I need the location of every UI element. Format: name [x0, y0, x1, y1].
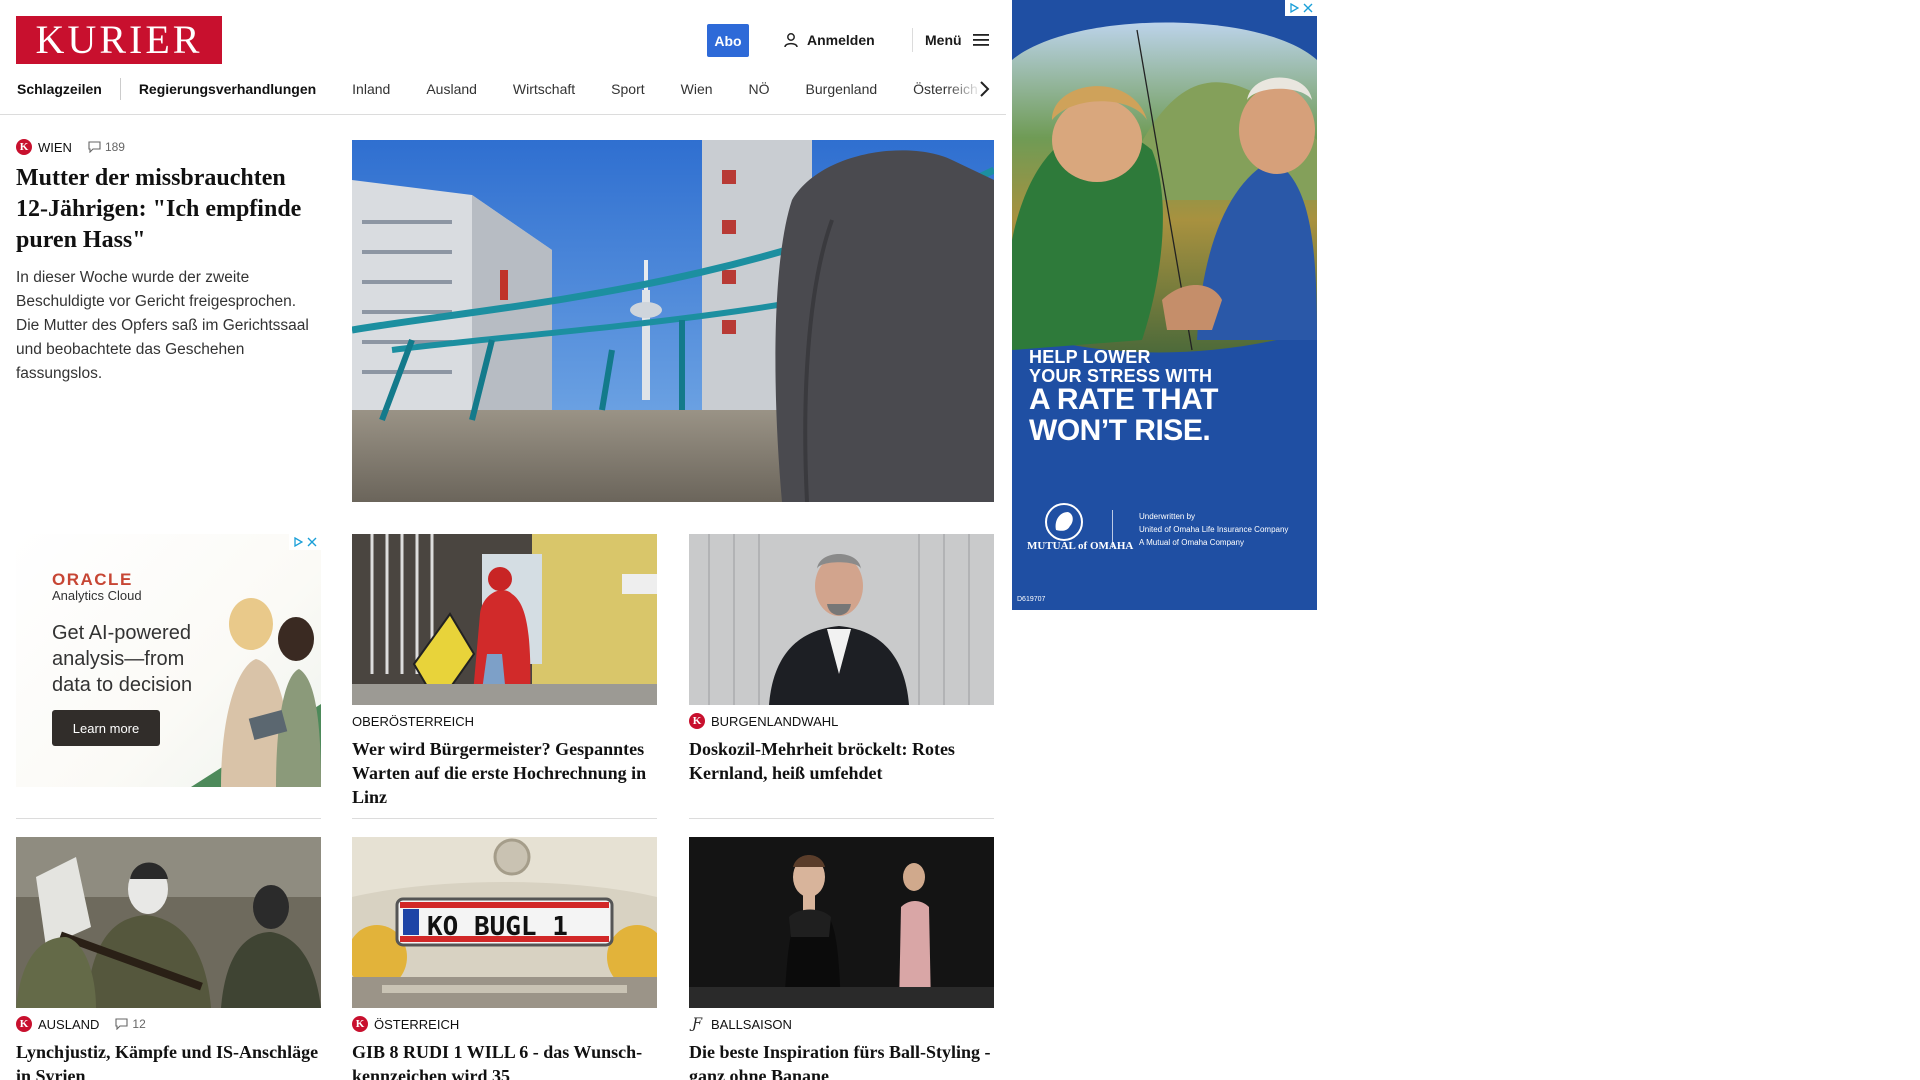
- ad-headline-large: A RATE THAT WON’T RISE.: [1029, 384, 1218, 446]
- nav-item-regierungsverhandlungen[interactable]: Regierungsverhandlungen: [121, 72, 334, 106]
- mutual-brand: MUTUAL of OMAHA: [1027, 540, 1134, 552]
- nav-item-noe[interactable]: NÖ: [731, 72, 788, 106]
- lead-headline[interactable]: Mutter der missbrauch­ten 12-Jährigen: "…: [16, 163, 322, 256]
- ad-choices[interactable]: [289, 534, 321, 550]
- user-icon: [784, 33, 798, 48]
- story-card-kennzeichen[interactable]: KO BUGL 1 K ÖSTERREICH GIB 8 RUDI 1 WILL…: [352, 837, 657, 1080]
- underwriter-line-2: United of Omaha Life Insurance Company: [1139, 525, 1289, 534]
- adchoices-icon: [1288, 2, 1300, 14]
- nav-item-wien[interactable]: Wien: [663, 72, 731, 106]
- ad-code: D619707: [1017, 596, 1046, 603]
- ad-choices[interactable]: [1285, 0, 1317, 16]
- ad-line-1: HELP LOWER: [1029, 347, 1151, 367]
- hamburger-icon: [972, 34, 989, 46]
- nav-item-ausland[interactable]: Ausland: [408, 72, 495, 106]
- logo-text: KURIER: [35, 17, 203, 62]
- adchoices-icon: [292, 536, 304, 548]
- kurier-logo[interactable]: KURIER: [16, 16, 222, 64]
- menu-label: Menü: [925, 32, 962, 48]
- lead-comments[interactable]: 189: [88, 140, 125, 154]
- close-icon[interactable]: [306, 536, 318, 548]
- lead-image[interactable]: [352, 140, 994, 502]
- card-kicker-label: OBERÖSTERREICH: [352, 713, 475, 729]
- ad-line-3: A RATE THAT: [1029, 383, 1218, 416]
- ad-underwriter: Underwritten by United of Omaha Life Ins…: [1139, 510, 1288, 549]
- chevron-right-icon: [980, 81, 990, 97]
- site-header: KURIER Abo Anmelden Menü Schlagzeilen Re…: [0, 0, 1006, 115]
- lead-kicker-label: WIEN: [38, 139, 72, 155]
- oracle-ad[interactable]: ORACLE Analytics Cloud Get AI-powered an…: [16, 534, 321, 787]
- story-image[interactable]: KO BUGL 1: [352, 837, 657, 1008]
- abo-button[interactable]: Abo: [707, 24, 749, 57]
- section-nav: Schlagzeilen Regierungsverhandlungen Inl…: [0, 72, 1006, 106]
- mutual-of-omaha-ad[interactable]: HELP LOWER YOUR STRESS WITH A RATE THAT …: [1012, 0, 1317, 610]
- story-image[interactable]: [689, 534, 994, 705]
- close-icon[interactable]: [1302, 2, 1314, 14]
- kurier-plus-icon: K: [16, 139, 32, 155]
- header-divider: [912, 28, 913, 52]
- lead-kicker: K WIEN 189: [16, 139, 322, 155]
- card-kicker-label: BALLSAISON: [711, 1016, 792, 1032]
- card-kicker: ƒ BALLSAISON: [689, 1016, 994, 1032]
- story-card-doskozil[interactable]: K BURGENLANDWAHL Doskozil-Mehrheit bröck…: [689, 534, 994, 785]
- fashion-icon: ƒ: [692, 1016, 702, 1032]
- nav-scroll-right[interactable]: [972, 77, 996, 101]
- card-headline[interactable]: Wer wird Bürgermeister? Ge­spanntes Wart…: [352, 737, 657, 809]
- lead-story[interactable]: K WIEN 189 Mutter der missbrauch­ten 12-…: [16, 139, 322, 386]
- card-headline[interactable]: Die beste Inspiration fürs Ball-Sty­ling…: [689, 1040, 994, 1080]
- story-image[interactable]: [689, 837, 994, 1008]
- learn-more-button[interactable]: Learn more: [52, 710, 160, 746]
- nav-item-burgenland[interactable]: Burgenland: [788, 72, 896, 106]
- nav-item-schlagzeilen[interactable]: Schlagzeilen: [0, 78, 121, 100]
- oracle-ad-photo: [191, 598, 321, 787]
- card-comments-count: 12: [132, 1017, 146, 1031]
- card-comments[interactable]: 12: [115, 1017, 146, 1031]
- story-image[interactable]: [352, 534, 657, 705]
- underwriter-line-3: A Mutual of Omaha Company: [1139, 538, 1244, 547]
- oracle-logo: ORACLE: [52, 570, 133, 589]
- card-kicker: K BURGENLANDWAHL: [689, 713, 994, 729]
- lead-comments-count: 189: [104, 140, 125, 154]
- kurier-plus-icon: K: [16, 1016, 32, 1032]
- lead-teaser: In dieser Woche wurde der zweite Beschul…: [16, 269, 309, 382]
- underwriter-line-1: Underwritten by: [1139, 512, 1196, 521]
- row-divider: [689, 818, 994, 819]
- comment-icon: [115, 1018, 128, 1030]
- row-divider: [352, 818, 657, 819]
- ad-headline-small: HELP LOWER YOUR STRESS WITH: [1029, 348, 1212, 386]
- story-card-ballsaison[interactable]: ƒ BALLSAISON Die beste Inspiration fürs …: [689, 837, 994, 1080]
- row-divider: [16, 818, 321, 819]
- menu-button[interactable]: Menü: [925, 28, 990, 52]
- card-headline[interactable]: Lynchjustiz, Kämpfe und IS-An­schläge in…: [16, 1040, 321, 1080]
- story-card-linz[interactable]: OBERÖSTERREICH Wer wird Bürgermeister? G…: [352, 534, 657, 809]
- plate-text: KO BUGL 1: [427, 912, 568, 942]
- ad-line-4: WON’T RISE.: [1029, 414, 1211, 447]
- ad-divider: [1112, 510, 1113, 548]
- card-kicker-label: ÖSTERREICH: [374, 1016, 460, 1032]
- kurier-plus-icon: K: [352, 1016, 368, 1032]
- login-label: Anmelden: [807, 32, 875, 48]
- card-kicker-label: BURGENLANDWAHL: [711, 713, 839, 729]
- story-image[interactable]: [16, 837, 321, 1008]
- card-headline[interactable]: GIB 8 RUDI 1 WILL 6 - das Wunsch­kennzei…: [352, 1040, 657, 1080]
- login-button[interactable]: Anmelden: [783, 28, 875, 52]
- nav-item-wirtschaft[interactable]: Wirtschaft: [495, 72, 593, 106]
- card-kicker: OBERÖSTERREICH: [352, 713, 657, 729]
- story-card-syrien[interactable]: K AUSLAND 12 Lynchjustiz, Kämpfe und IS-…: [16, 837, 321, 1080]
- nav-item-sport[interactable]: Sport: [593, 72, 662, 106]
- oracle-subtitle: Analytics Cloud: [52, 588, 142, 603]
- card-kicker: K AUSLAND 12: [16, 1016, 321, 1032]
- nav-item-inland[interactable]: Inland: [334, 72, 408, 106]
- comment-icon: [88, 141, 101, 153]
- lion-logo-icon: [1045, 503, 1083, 541]
- card-kicker-label: AUSLAND: [38, 1016, 100, 1032]
- card-headline[interactable]: Doskozil-Mehrheit bröckelt: Rotes Kernla…: [689, 737, 994, 785]
- kurier-plus-icon: K: [689, 713, 705, 729]
- card-kicker: K ÖSTERREICH: [352, 1016, 657, 1032]
